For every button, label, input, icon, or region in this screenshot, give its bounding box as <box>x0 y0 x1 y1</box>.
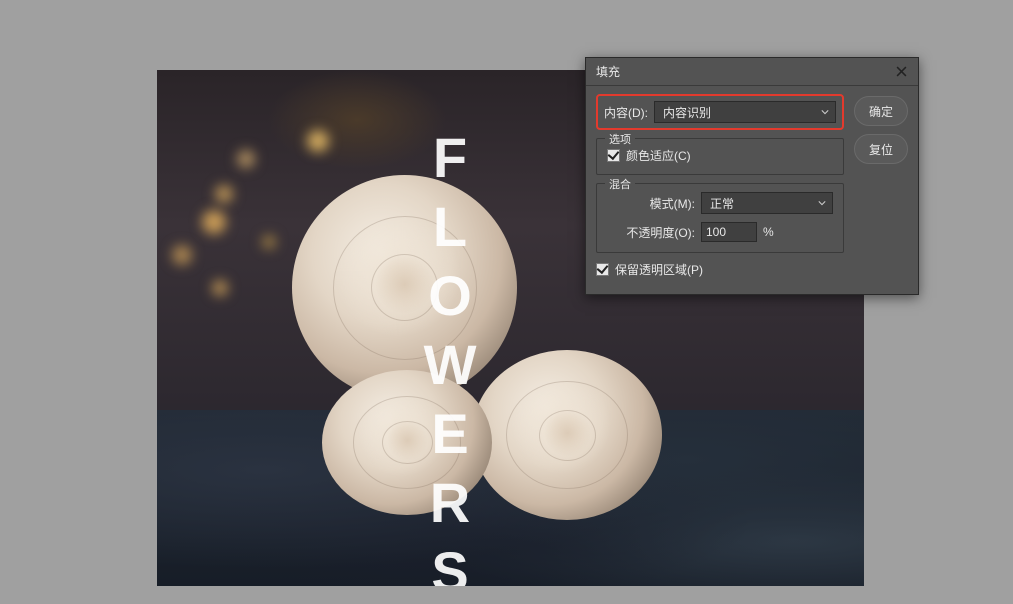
fill-dialog: 填充 内容(D): 内容识别 选项 颜色适应(C) 混合 <box>585 57 919 295</box>
opacity-unit: % <box>763 225 774 239</box>
bokeh-light <box>172 245 192 265</box>
blend-legend: 混合 <box>605 176 635 192</box>
dialog-title: 填充 <box>596 63 620 80</box>
dialog-left: 内容(D): 内容识别 选项 颜色适应(C) 混合 模式(M): 正 <box>596 94 844 280</box>
chevron-down-icon <box>821 108 829 116</box>
mode-label: 模式(M): <box>607 195 695 212</box>
text-letter: W <box>424 337 477 393</box>
opacity-label: 不透明度(O): <box>607 224 695 241</box>
opacity-input[interactable]: 100 <box>701 222 757 242</box>
dialog-titlebar[interactable]: 填充 <box>586 58 918 86</box>
color-adapt-checkbox[interactable] <box>607 149 620 162</box>
close-button[interactable] <box>892 63 910 81</box>
preserve-transparency-row: 保留透明区域(P) <box>596 261 844 278</box>
mode-row: 模式(M): 正常 <box>607 192 833 214</box>
content-value: 内容识别 <box>663 104 711 121</box>
color-adapt-row: 颜色适应(C) <box>607 147 833 164</box>
bokeh-light <box>237 150 255 168</box>
selected-text-flowers[interactable]: F L O W E R S <box>415 130 485 586</box>
close-icon <box>896 66 907 77</box>
rose-image <box>472 350 662 520</box>
text-letter: L <box>433 199 467 255</box>
reset-button[interactable]: 复位 <box>854 134 908 164</box>
bokeh-light <box>307 130 329 152</box>
content-label: 内容(D): <box>604 104 648 121</box>
dialog-body: 内容(D): 内容识别 选项 颜色适应(C) 混合 模式(M): 正 <box>586 86 918 294</box>
preserve-transparency-label: 保留透明区域(P) <box>615 261 703 278</box>
opacity-value: 100 <box>706 225 726 239</box>
mode-value: 正常 <box>710 195 734 212</box>
text-letter: R <box>430 475 470 531</box>
bokeh-light <box>215 185 233 203</box>
bokeh-light <box>202 210 226 234</box>
blend-fieldset: 混合 模式(M): 正常 不透明度(O): 100 % <box>596 183 844 253</box>
bokeh-light <box>262 235 276 249</box>
text-letter: F <box>433 130 467 186</box>
content-row-highlighted: 内容(D): 内容识别 <box>596 94 844 130</box>
chevron-down-icon <box>818 199 826 207</box>
bokeh-light <box>212 280 228 296</box>
text-letter: O <box>428 268 472 324</box>
mode-dropdown[interactable]: 正常 <box>701 192 833 214</box>
ok-button[interactable]: 确定 <box>854 96 908 126</box>
preserve-transparency-checkbox[interactable] <box>596 263 609 276</box>
text-letter: S <box>431 544 468 586</box>
options-fieldset: 选项 颜色适应(C) <box>596 138 844 175</box>
opacity-row: 不透明度(O): 100 % <box>607 222 833 242</box>
content-dropdown[interactable]: 内容识别 <box>654 101 836 123</box>
color-adapt-label: 颜色适应(C) <box>626 147 691 164</box>
dialog-right: 确定 复位 <box>854 94 908 280</box>
options-legend: 选项 <box>605 131 635 147</box>
text-letter: E <box>431 406 468 462</box>
